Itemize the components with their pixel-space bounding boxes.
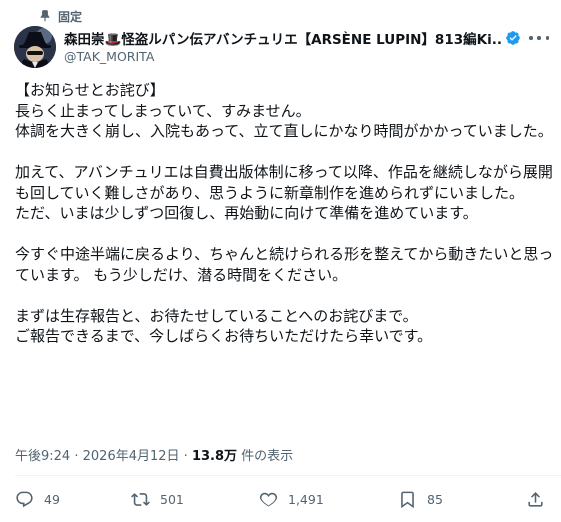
meta-separator: · xyxy=(74,449,79,464)
display-name[interactable]: 森田崇🎩怪盗ルパン伝アバンチュリエ【ARSÈNE LUPIN】813編Ki... xyxy=(64,28,501,48)
like-count: 1,491 xyxy=(288,492,324,507)
action-bar: 49 501 1,491 85 xyxy=(15,490,546,514)
heart-icon xyxy=(259,492,278,507)
bookmark-count: 85 xyxy=(427,492,443,507)
bookmark-icon xyxy=(401,491,414,509)
meta-separator-2: · xyxy=(183,449,188,464)
reply-count: 49 xyxy=(44,492,60,507)
name-row: 森田崇🎩怪盗ルパン伝アバンチュリエ【ARSÈNE LUPIN】813編Ki... xyxy=(64,28,521,48)
avatar[interactable] xyxy=(14,26,56,68)
reply-icon xyxy=(16,491,33,508)
divider xyxy=(15,475,561,476)
post-header: 森田崇🎩怪盗ルパン伝アバンチュリエ【ARSÈNE LUPIN】813編Ki...… xyxy=(14,24,551,70)
post-line: 加えて、アバンチュリエは自費出版体制に移って以降、作品を継続しながら展開も回して… xyxy=(15,163,553,202)
post-line: ただ、いまは少しずつ回復し、再始動に向けて準備を進めています。 xyxy=(15,204,478,222)
post-time[interactable]: 午後9:24 xyxy=(15,449,70,464)
verified-badge-icon xyxy=(506,31,520,45)
avatar-image xyxy=(14,26,56,68)
views-label: 件の表示 xyxy=(241,449,294,464)
post-line: まずは生存報告と、お待たせしていることへのお詫びまで。 xyxy=(15,306,418,325)
pin-icon xyxy=(40,10,50,22)
repost-button[interactable]: 501 xyxy=(131,490,184,509)
post-line: 体調を大きく崩し、入院もあって、立て直しにかなり時間がかかっていました。 xyxy=(15,122,553,140)
user-handle[interactable]: @TAK_MORITA xyxy=(64,49,154,64)
post-line: 長らく止まってしまっていて、すみません。 xyxy=(15,101,311,120)
bookmark-button[interactable]: 85 xyxy=(398,490,443,509)
repost-count: 501 xyxy=(160,492,184,507)
post-line: 【お知らせとお詫び】 xyxy=(15,81,165,99)
pinned-indicator: 固定 xyxy=(38,6,82,26)
post-line: 今すぐ中途半端に戻るより、ちゃんと続けられる形を整えてから動きたいと思っています… xyxy=(15,245,554,284)
post-text: 【お知らせとお詫び】長らく止まってしまっていて、すみません。体調を大きく崩し、入… xyxy=(15,80,555,347)
reply-button[interactable]: 49 xyxy=(15,490,60,509)
repost-icon xyxy=(131,493,150,506)
more-icon[interactable] xyxy=(529,30,549,46)
post-date[interactable]: 2026年4月12日 xyxy=(83,449,180,464)
share-icon xyxy=(528,492,543,507)
views-count: 13.8万 xyxy=(191,449,238,464)
post-meta: 午後9:24 · 2026年4月12日 · 13.8万 件の表示 xyxy=(15,445,293,464)
like-button[interactable]: 1,491 xyxy=(259,490,324,509)
post-line: ご報告できるまで、今しばらくお待ちいただけたら幸いです。 xyxy=(15,327,433,345)
share-button[interactable] xyxy=(526,490,545,509)
pinned-label: 固定 xyxy=(58,9,83,24)
